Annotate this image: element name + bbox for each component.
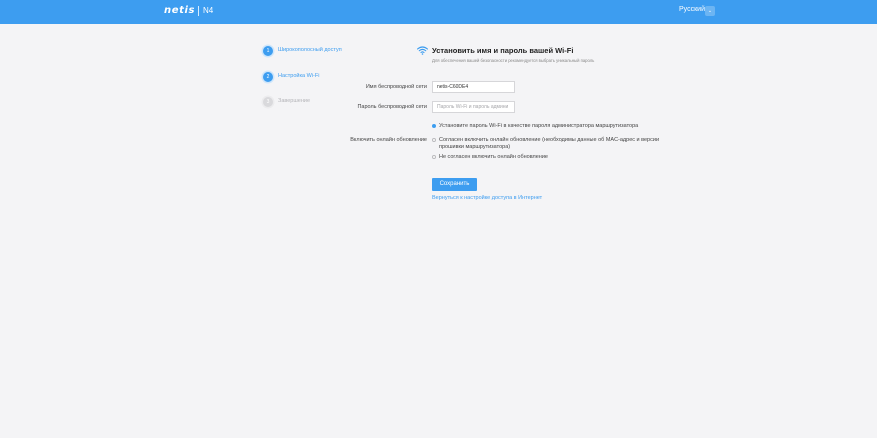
page-subtitle: Для обеспечения вашей безопасности реком… [432, 58, 595, 63]
page-title: Установить имя и пароль вашей Wi-Fi [432, 46, 574, 55]
online-update-disagree-label: Не согласен включить онлайн обновление [439, 154, 548, 160]
model-name: N4 [203, 6, 214, 15]
back-to-internet-setup-link[interactable]: Вернуться к настройке доступа в Интернет [432, 195, 542, 201]
step-label: Широкополосный доступ [278, 47, 342, 53]
radio-icon[interactable] [432, 138, 436, 142]
online-update-agree-option[interactable]: Согласен включить онлайн обновление (нео… [432, 137, 682, 151]
step-number-badge: 2 [263, 72, 273, 82]
step-number-badge: 3 [263, 97, 273, 107]
language-selector[interactable]: Русский [679, 6, 705, 13]
online-update-label: Включить онлайн обновление [350, 137, 427, 143]
logo-separator [198, 6, 199, 16]
password-input[interactable] [432, 101, 515, 113]
step-label: Завершение [278, 98, 310, 104]
ssid-input[interactable] [432, 81, 515, 93]
netis-logo: netis [164, 5, 196, 16]
chevron-down-icon[interactable]: ⌄ [705, 6, 715, 16]
ssid-label: Имя беспроводной сети [365, 84, 427, 90]
save-button[interactable]: Сохранить [432, 178, 477, 191]
radio-icon[interactable] [432, 155, 436, 159]
online-update-disagree-option[interactable]: Не согласен включить онлайн обновление [432, 154, 682, 162]
password-label: Пароль беспроводной сети [357, 104, 427, 110]
step-number-badge: 1 [263, 46, 273, 56]
step-label: Настройка Wi-Fi [278, 73, 320, 79]
admin-password-option-label: Установите пароль Wi-Fi в качестве парол… [439, 123, 639, 129]
admin-password-option[interactable]: Установите пароль Wi-Fi в качестве парол… [432, 123, 682, 131]
wifi-icon [417, 46, 428, 55]
top-header: netis N4 Русский ⌄ [0, 0, 877, 24]
radio-checked-icon[interactable] [432, 124, 436, 128]
online-update-agree-label: Согласен включить онлайн обновление (нео… [439, 137, 660, 150]
